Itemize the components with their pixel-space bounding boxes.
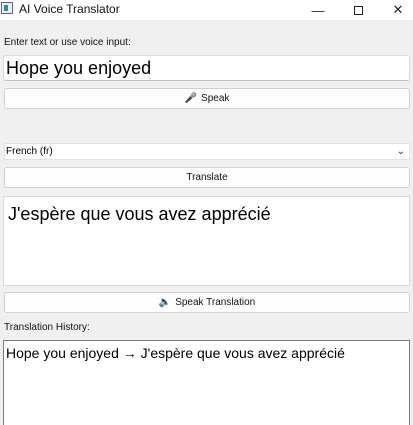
- speak-translation-label: Speak Translation: [175, 297, 256, 308]
- title-bar: AI Voice Translator — ✕: [0, 0, 413, 20]
- speak-button-label: Speak: [201, 93, 230, 104]
- input-label: Enter text or use voice input:: [4, 37, 131, 48]
- language-select[interactable]: French (fr) ⌄: [4, 143, 410, 160]
- maximize-icon: [353, 5, 363, 15]
- chevron-down-icon: ⌄: [396, 146, 405, 157]
- translation-output[interactable]: J'espère que vous avez apprécié: [3, 196, 410, 286]
- speak-translation-button[interactable]: 🔈 Speak Translation: [4, 292, 410, 313]
- history-entry: Hope you enjoyed → J'espère que vous ave…: [6, 345, 345, 361]
- speak-button[interactable]: 🎤 Speak: [4, 88, 410, 109]
- app-icon: [1, 2, 13, 14]
- translate-button-label: Translate: [186, 172, 228, 183]
- language-select-value: French (fr): [6, 146, 53, 157]
- minimize-button[interactable]: —: [298, 0, 338, 20]
- close-icon: ✕: [392, 2, 404, 17]
- maximize-button[interactable]: [338, 0, 378, 20]
- microphone-icon: 🎤: [184, 93, 198, 104]
- translate-button[interactable]: Translate: [4, 167, 410, 188]
- window-title: AI Voice Translator: [19, 2, 120, 16]
- minimize-icon: —: [311, 2, 325, 18]
- close-button[interactable]: ✕: [378, 0, 413, 20]
- translation-history[interactable]: Hope you enjoyed → J'espère que vous ave…: [3, 340, 410, 425]
- text-input[interactable]: Hope you enjoyed: [3, 55, 410, 81]
- history-label: Translation History:: [4, 322, 90, 333]
- speaker-icon: 🔈: [158, 297, 172, 308]
